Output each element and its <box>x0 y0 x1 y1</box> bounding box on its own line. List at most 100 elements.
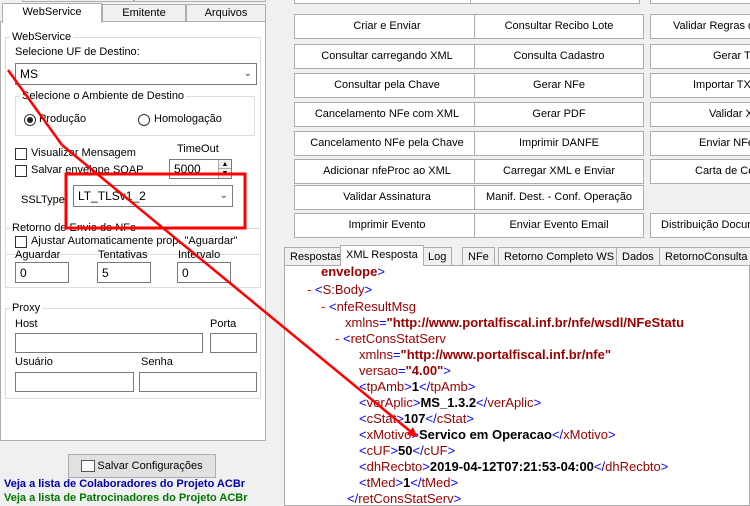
validar-regras-button[interactable]: Validar Regras de <box>650 14 750 39</box>
xml-line-tpamb: <tpAmb>1</tpAmb> <box>359 379 476 394</box>
xml-line-close-retconsstatserv: </retConsStatServ> <box>347 491 462 506</box>
producao-radio[interactable] <box>24 114 36 126</box>
webservice-group-title: WebService <box>10 31 74 43</box>
tab-emitente[interactable]: Emitente <box>102 4 186 22</box>
xml-line-tmed: <tMed>1</tMed> <box>359 475 459 490</box>
consultar-chave-button[interactable]: Consultar pela Chave <box>294 73 480 98</box>
upper-tab-b[interactable] <box>134 0 266 2</box>
gerar-pdf-button[interactable]: Gerar PDF <box>474 102 644 127</box>
chevron-down-icon: ⌄ <box>243 68 252 79</box>
tab-dados[interactable]: Dados <box>616 247 660 266</box>
manif-dest-button[interactable]: Manif. Dest. - Conf. Operação <box>474 185 644 210</box>
tab-nfe[interactable]: NFe <box>462 247 495 266</box>
xml-line-cstat: <cStat>107</cStat> <box>359 411 474 426</box>
distribuicao-docs-button[interactable]: Distribuição Docum <box>650 213 750 238</box>
porta-input[interactable] <box>210 333 257 353</box>
homologacao-radio[interactable] <box>138 114 150 126</box>
chevron-down-icon: ⌄ <box>219 190 228 201</box>
top-button-col3[interactable] <box>650 0 750 4</box>
host-label: Host <box>15 318 38 330</box>
patrocinadores-link[interactable]: Veja a lista de Patrocinadores do Projet… <box>4 492 248 504</box>
webservice-pane: WebService Selecione UF de Destino: MS ⌄… <box>0 21 266 441</box>
tab-retorno-consulta[interactable]: RetornoConsulta N <box>659 247 750 266</box>
imprimir-evento-button[interactable]: Imprimir Evento <box>294 213 480 238</box>
timeout-label: TimeOut <box>177 143 219 155</box>
xml-line-versao: versao="4.00"> <box>359 363 451 378</box>
uf-select-value: MS <box>20 67 38 81</box>
tab-xml-resposta[interactable]: XML Resposta <box>340 245 424 266</box>
gerar-txt-button[interactable]: Gerar TX <box>650 44 750 69</box>
aguardar-input[interactable]: 0 <box>15 262 69 283</box>
xml-line-xmotivo: <xMotivo>Servico em Operacao</xMotivo> <box>359 427 616 442</box>
timeout-input[interactable]: 5000 ▲ ▼ <box>169 159 232 179</box>
tab-log[interactable]: Log <box>422 247 453 266</box>
xml-line-xmlns-nfe: xmlns="http://www.portalfiscal.inf.br/nf… <box>359 347 612 362</box>
salvar-configuracoes-button[interactable]: Salvar Configurações <box>68 454 216 478</box>
top-button-col2[interactable] <box>470 0 640 4</box>
uf-label: Selecione UF de Destino: <box>15 46 140 58</box>
intervalo-input[interactable]: 0 <box>177 262 231 283</box>
validar-assinatura-button[interactable]: Validar Assinatura <box>294 185 480 210</box>
adicionar-nfeproc-button[interactable]: Adicionar nfeProc ao XML <box>294 159 480 184</box>
aguardar-label: Aguardar <box>15 249 61 261</box>
xml-line-veraplic: <verAplic>MS_1.3.2</verAplic> <box>359 395 542 410</box>
carta-correcao-button[interactable]: Carta de Co <box>650 159 750 184</box>
ssltype-label: SSLType <box>21 194 65 206</box>
salvar-configuracoes-label: Salvar Configurações <box>97 460 203 472</box>
senha-label: Senha <box>141 356 173 368</box>
consulta-cadastro-button[interactable]: Consulta Cadastro <box>474 44 644 69</box>
top-button-col1[interactable] <box>294 0 480 4</box>
collapse-icon[interactable]: - <box>335 331 339 346</box>
senha-input[interactable] <box>139 372 257 392</box>
cancelamento-chave-button[interactable]: Cancelamento NFe pela Chave <box>294 131 480 156</box>
tab-webservice[interactable]: WebService <box>2 3 102 23</box>
usuario-input[interactable] <box>15 372 134 392</box>
ssltype-value: LT_TLSv1_2 <box>78 189 146 203</box>
spin-up-icon[interactable]: ▲ <box>219 160 231 169</box>
colaboradores-link[interactable]: Veja a lista de Colaboradores do Projeto… <box>4 478 245 490</box>
xml-line-cuf: <cUF>50</cUF> <box>359 443 456 458</box>
spin-down-icon[interactable]: ▼ <box>219 169 231 178</box>
salvar-envelope-label: Salvar envelope SOAP <box>31 164 144 176</box>
intervalo-label: Intervalo <box>178 249 221 261</box>
visualizar-checkbox[interactable] <box>15 148 27 160</box>
consultar-carregando-xml-button[interactable]: Consultar carregando XML <box>294 44 480 69</box>
xml-line-envelope: envelope> <box>321 265 385 279</box>
producao-label: Produção <box>39 113 87 125</box>
enviar-evento-email-button[interactable]: Enviar Evento Email <box>474 213 644 238</box>
porta-label: Porta <box>210 318 237 330</box>
host-input[interactable] <box>15 333 203 353</box>
tentativas-label: Tentativas <box>98 249 148 261</box>
gerar-nfe-button[interactable]: Gerar NFe <box>474 73 644 98</box>
tab-retorno-completo[interactable]: Retorno Completo WS <box>498 247 621 266</box>
xml-line-body: - <S:Body> <box>307 282 373 297</box>
xml-line-retconsstatserv: - <retConsStatServ <box>335 331 446 346</box>
consultar-recibo-button[interactable]: Consultar Recibo Lote <box>474 14 644 39</box>
enviar-nfe-button[interactable]: Enviar NFe <box>650 131 750 156</box>
collapse-icon[interactable]: - <box>321 299 325 314</box>
validar-xml-button[interactable]: Validar X <box>650 102 750 127</box>
tab-respostas[interactable]: Respostas <box>284 247 348 266</box>
tentativas-input[interactable]: 5 <box>97 262 151 283</box>
config-tabs: WebService Emitente Arquivos <box>0 3 266 23</box>
carregar-xml-enviar-button[interactable]: Carregar XML e Enviar <box>474 159 644 184</box>
imprimir-danfe-button[interactable]: Imprimir DANFE <box>474 131 644 156</box>
collapse-icon[interactable]: - <box>307 282 311 297</box>
tab-arquivos[interactable]: Arquivos <box>186 4 266 22</box>
salvar-envelope-checkbox[interactable] <box>15 165 27 177</box>
cancelamento-xml-button[interactable]: Cancelamento NFe com XML <box>294 102 480 127</box>
xml-line-nferesultmsg: - <nfeResultMsg <box>321 299 417 314</box>
uf-select[interactable]: MS ⌄ <box>15 63 257 85</box>
timeout-value: 5000 <box>174 162 201 176</box>
retorno-group-title: Retorno de Envio de NFe <box>10 222 139 234</box>
importar-txt-button[interactable]: Importar TXT <box>650 73 750 98</box>
timeout-spinner[interactable]: ▲ ▼ <box>218 160 231 178</box>
ssltype-select[interactable]: LT_TLSv1_2 ⌄ <box>73 185 233 207</box>
save-icon <box>81 460 95 472</box>
usuario-label: Usuário <box>15 356 53 368</box>
ajustar-checkbox[interactable] <box>15 236 27 248</box>
result-tabs: Respostas XML Resposta Log NFe Retorno C… <box>284 245 750 266</box>
xml-response-view[interactable]: envelope> - <S:Body> - <nfeResultMsg xml… <box>284 265 750 506</box>
upper-tab-a[interactable] <box>22 0 134 2</box>
criar-enviar-button[interactable]: Criar e Enviar <box>294 14 480 39</box>
